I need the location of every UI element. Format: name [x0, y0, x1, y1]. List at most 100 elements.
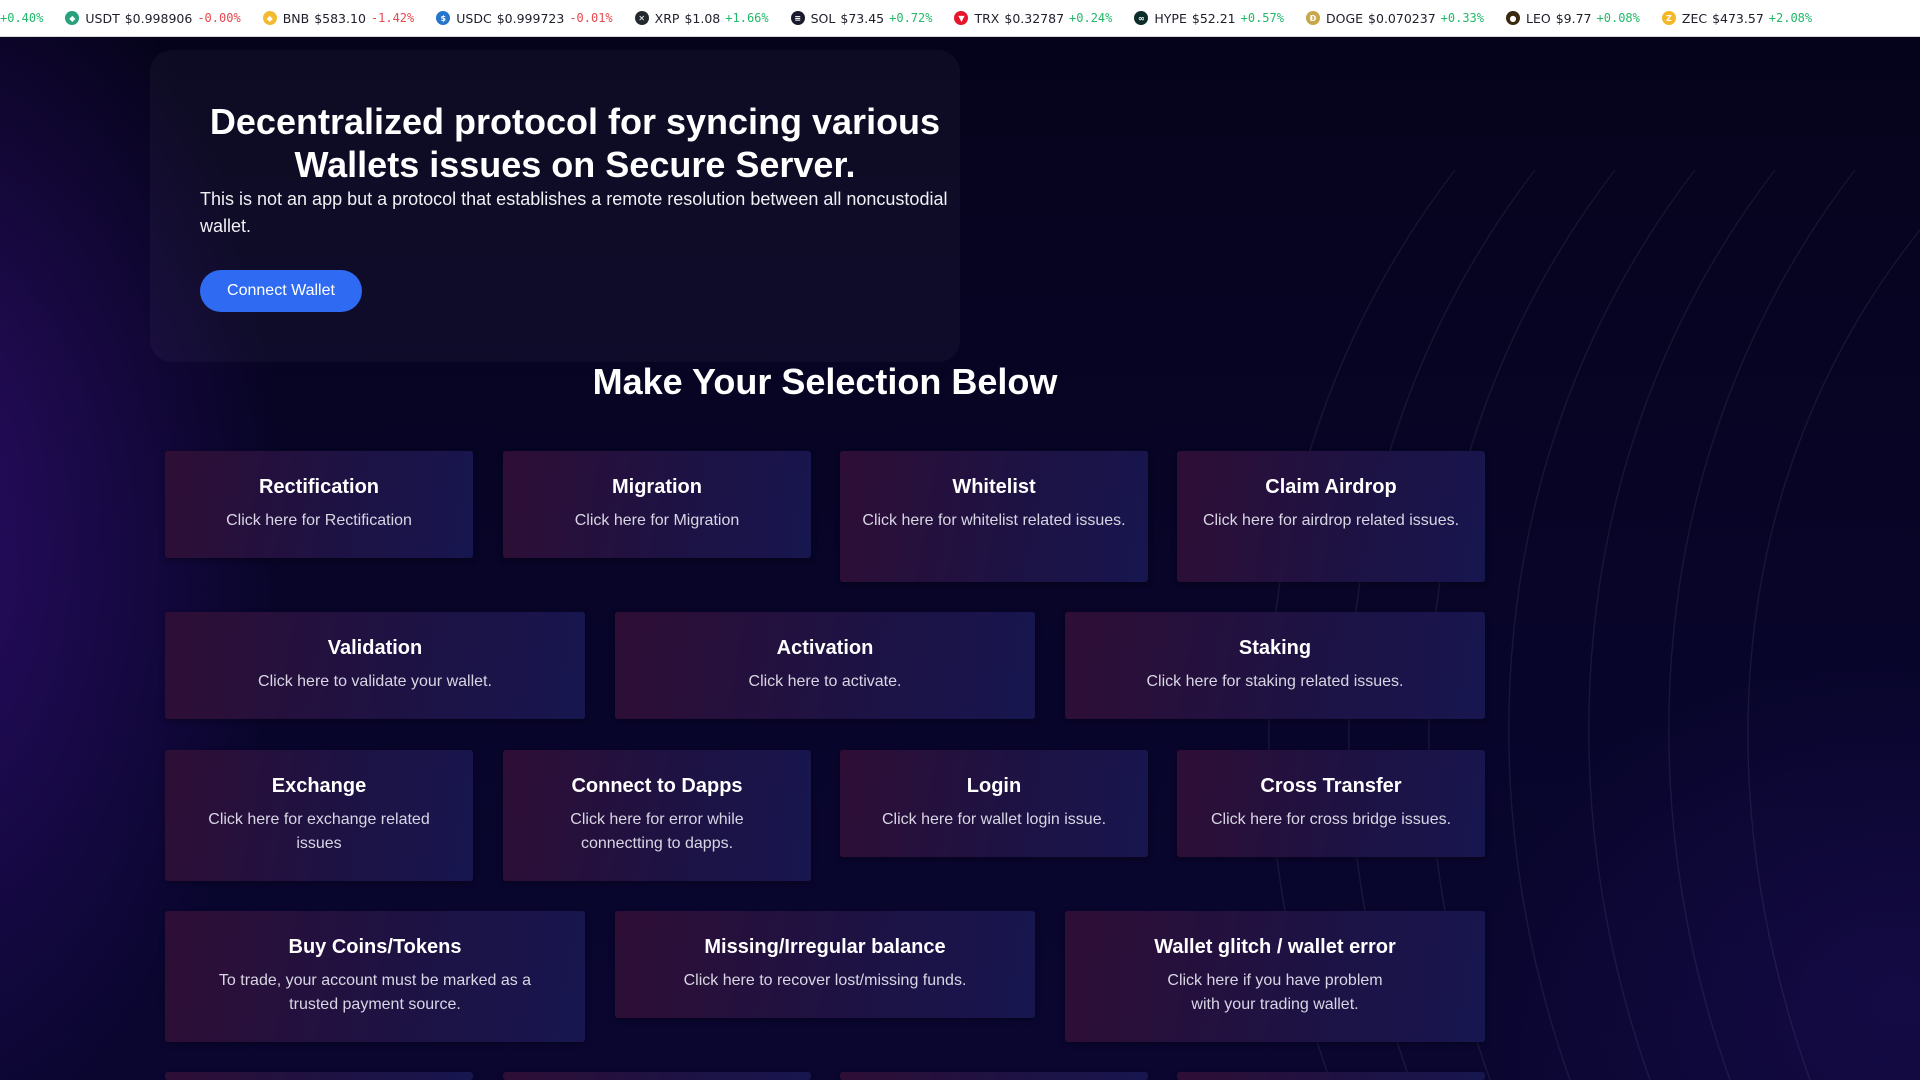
card-title: Activation	[776, 637, 874, 659]
ticker-item[interactable]: ◆ BNB $583.10 -1.42%	[262, 10, 415, 26]
card-description: Click here for Rectification	[226, 512, 412, 529]
card-cross-transfer[interactable]: Cross Transfer Click here for cross brid…	[1177, 750, 1485, 857]
card-description: Click here to validate your wallet.	[258, 673, 492, 690]
zcash-icon: Z	[1661, 11, 1676, 25]
ticker-change: +1.66%	[725, 11, 769, 25]
card-staking[interactable]: Staking Click here for staking related i…	[1065, 612, 1485, 719]
card-title: Rectification	[258, 476, 380, 498]
card-title: Whitelist	[952, 476, 1036, 498]
card-title: Cross Transfer	[1260, 775, 1402, 797]
ticker-symbol: XRP	[654, 10, 680, 26]
ticker-price: $0.998906	[124, 10, 193, 26]
card-buy-coins-tokens[interactable]: Buy Coins/Tokens To trade, your account …	[165, 911, 585, 1042]
card-description: Click here for error while connectting t…	[570, 811, 744, 852]
ticker-change: +0.33%	[1440, 11, 1485, 25]
card-title: Migration	[612, 476, 702, 498]
card-title: Claim Airdrop	[1265, 476, 1397, 498]
card-connect-to-dapps[interactable]: Connect to Dapps Click here for error wh…	[503, 750, 811, 881]
card-description: Click here if you have problem with your…	[1167, 972, 1383, 1013]
ticker-item[interactable]: ● LEO $9.77 +0.08%	[1506, 11, 1640, 26]
card-rectification[interactable]: Rectification Click here for Rectificati…	[165, 451, 473, 558]
leo-icon: ●	[1506, 11, 1521, 25]
ticker-price: $0.070237	[1368, 10, 1436, 26]
card-title: Wallet glitch / wallet error	[1154, 936, 1396, 958]
ticker-price: $9.77	[1555, 10, 1592, 26]
card-wallet-glitch[interactable]: Wallet glitch / wallet error Click here …	[1065, 911, 1485, 1042]
ticker-price: $0.999723	[496, 10, 565, 26]
bnb-icon: ◆	[262, 11, 277, 25]
ticker-price: $583.10	[314, 10, 366, 26]
ticker-symbol: SOL	[810, 10, 836, 26]
card-partial[interactable]	[165, 1072, 473, 1080]
ticker-item[interactable]: ∞ HYPE $52.21 +0.57%	[1134, 11, 1284, 26]
ticker-item[interactable]: ◆ USDT $0.998906 -0.00%	[65, 10, 241, 26]
tron-icon: ▼	[954, 11, 969, 25]
card-validation[interactable]: Validation Click here to validate your w…	[165, 612, 585, 719]
card-activation[interactable]: Activation Click here to activate.	[615, 612, 1035, 719]
hero-description: This is not an app but a protocol that e…	[200, 189, 948, 236]
ticker-item[interactable]: Ð DOGE $0.070237 +0.33%	[1305, 10, 1485, 26]
ticker-symbol: TRX	[974, 10, 1000, 26]
card-exchange[interactable]: Exchange Click here for exchange related…	[165, 750, 473, 881]
card-description: Click here for wallet login issue.	[881, 811, 1107, 828]
tether-icon: ◆	[65, 11, 80, 25]
ticker-symbol: DOGE	[1325, 10, 1364, 26]
card-title: Buy Coins/Tokens	[288, 936, 462, 958]
ticker-item[interactable]: ≡ SOL $73.45 +0.72%	[790, 10, 933, 26]
card-partial[interactable]	[503, 1072, 811, 1080]
ticker-change: +0.40%	[0, 11, 44, 25]
card-description: Click here for Migration	[574, 512, 740, 529]
section-title: Make Your Selection Below	[592, 361, 1058, 402]
ticker-change: -0.01%	[569, 11, 613, 25]
ticker-change: +0.24%	[1069, 11, 1113, 25]
card-description: Click here to recover lost/missing funds…	[683, 972, 967, 989]
ticker-symbol: USDT	[85, 10, 120, 26]
connect-wallet-button[interactable]: Connect Wallet	[200, 270, 362, 312]
card-description: To trade, your account must be marked as…	[218, 972, 532, 1013]
card-title: Missing/Irregular balance	[704, 936, 946, 958]
ticker-change: +0.57%	[1240, 11, 1284, 25]
ticker-symbol: ZEC	[1681, 10, 1708, 26]
ticker-symbol: LEO	[1526, 10, 1551, 26]
ticker-price: $1.08	[684, 10, 721, 26]
ticker-price: $52.21	[1191, 10, 1236, 26]
ticker-symbol: HYPE	[1154, 10, 1187, 26]
card-whitelist[interactable]: Whitelist Click here for whitelist relat…	[840, 451, 1148, 582]
ticker-item[interactable]: ✕ XRP $1.08 +1.66%	[634, 10, 769, 26]
card-title: Connect to Dapps	[571, 775, 743, 797]
card-description: Click here for staking related issues.	[1146, 673, 1404, 690]
xrp-icon: ✕	[634, 11, 649, 25]
card-description: Click here for whitelist related issues.	[862, 512, 1126, 529]
card-title: Staking	[1238, 637, 1312, 659]
page: +0.40% ◆ USDT $0.998906 -0.00% ◆ BNB $58…	[0, 0, 1920, 1080]
card-claim-airdrop[interactable]: Claim Airdrop Click here for airdrop rel…	[1177, 451, 1485, 582]
solana-icon: ≡	[790, 11, 805, 25]
ticker-change: -1.42%	[370, 11, 415, 25]
ticker-item[interactable]: $ USDC $0.999723 -0.01%	[436, 10, 613, 26]
card-description: Click here for airdrop related issues.	[1202, 512, 1460, 529]
hyperliquid-icon: ∞	[1134, 11, 1149, 25]
ticker-price: $0.32787	[1004, 10, 1065, 26]
card-title: Login	[966, 775, 1022, 797]
card-missing-irregular-balance[interactable]: Missing/Irregular balance Click here to …	[615, 911, 1035, 1018]
card-partial[interactable]	[840, 1072, 1148, 1080]
ticker-symbol: BNB	[282, 10, 310, 26]
hero-panel: Decentralized protocol for syncing vario…	[150, 50, 960, 362]
ticker-symbol: USDC	[456, 10, 492, 26]
card-description: Click here for exchange related issues	[208, 811, 430, 852]
ticker-item[interactable]: +0.40%	[0, 11, 43, 25]
card-title: Exchange	[271, 775, 367, 797]
card-login[interactable]: Login Click here for wallet login issue.	[840, 750, 1148, 857]
card-description: Click here to activate.	[748, 673, 902, 690]
ticker-price: $473.57	[1712, 10, 1764, 26]
card-partial[interactable]	[1177, 1072, 1485, 1080]
ticker-item[interactable]: ▼ TRX $0.32787 +0.24%	[954, 11, 1112, 26]
card-description: Click here for cross bridge issues.	[1210, 811, 1452, 828]
hero-title: Decentralized protocol for syncing vario…	[209, 101, 941, 185]
ticker-item[interactable]: Z ZEC $473.57 +2.08%	[1661, 10, 1813, 26]
dogecoin-icon: Ð	[1305, 11, 1320, 25]
card-migration[interactable]: Migration Click here for Migration	[503, 451, 811, 558]
ticker-change: +2.08%	[1768, 11, 1813, 25]
ticker-change: +0.72%	[889, 11, 933, 25]
price-ticker: +0.40% ◆ USDT $0.998906 -0.00% ◆ BNB $58…	[0, 0, 1920, 37]
